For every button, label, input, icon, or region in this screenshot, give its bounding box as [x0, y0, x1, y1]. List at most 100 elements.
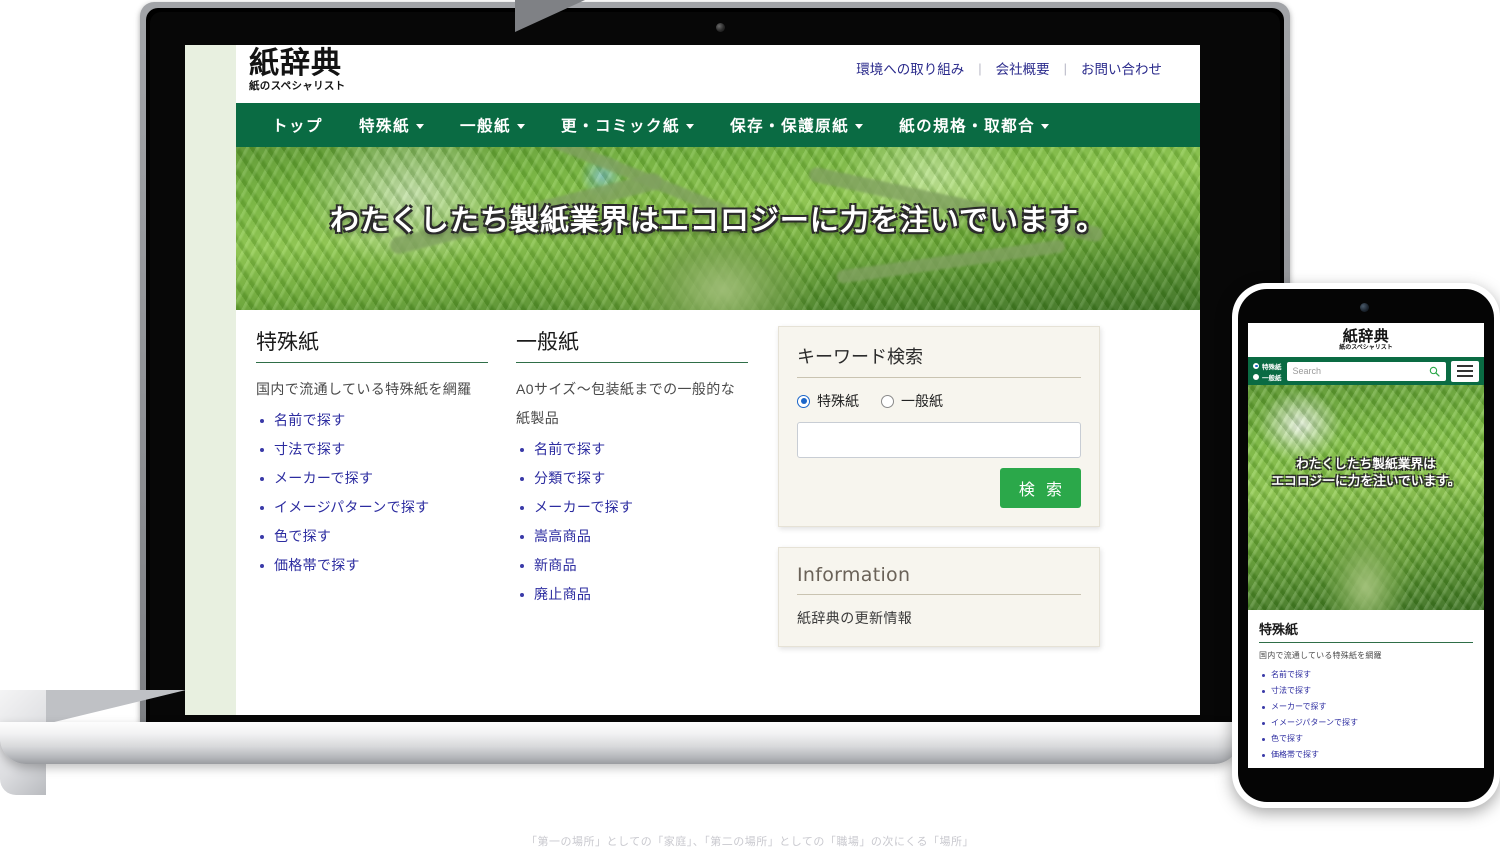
list-item[interactable]: メーカーで探す — [516, 493, 748, 522]
nav-item-comic-label: 更・コミック紙 — [561, 118, 681, 135]
column-ippanshi-description: A0サイズ〜包装紙までの一般的な紙製品 — [516, 381, 736, 426]
mobile-search-field[interactable]: Search — [1286, 361, 1446, 381]
list-item[interactable]: メーカーで探す — [1259, 699, 1473, 715]
webcam-icon — [716, 23, 725, 32]
list-item[interactable]: 寸法で探す — [256, 435, 488, 464]
main-content: 特殊紙 国内で流通している特殊紙を網羅 名前で探す 寸法で探す メーカーで探す … — [236, 310, 1200, 667]
radio-button-selected-icon[interactable] — [1253, 362, 1259, 369]
mobile-radio-option-ippanshi[interactable]: 一般紙 — [1253, 372, 1282, 382]
column-tokushushi: 特殊紙 国内で流通している特殊紙を網羅 名前で探す 寸法で探す メーカーで探す … — [256, 326, 488, 667]
list-item[interactable]: 廃止商品 — [516, 580, 748, 609]
list-item[interactable]: 名前で探す — [516, 435, 748, 464]
chevron-down-icon — [517, 124, 526, 129]
information-panel-body: 紙辞典の更新情報 — [797, 610, 913, 626]
list-item[interactable]: 色で探す — [1259, 731, 1473, 747]
list-item[interactable]: 名前で探す — [256, 406, 488, 435]
utility-link-contact[interactable]: お問い合わせ — [1067, 58, 1176, 78]
mobile-radio-option-tokushushi[interactable]: 特殊紙 — [1253, 361, 1282, 371]
mobile-header: 紙辞典 紙のスペシャリスト — [1248, 323, 1484, 357]
hamburger-line — [1457, 370, 1473, 372]
nav-item-top-label: トップ — [272, 118, 324, 135]
hamburger-line — [1457, 375, 1473, 377]
chevron-down-icon — [1041, 124, 1050, 129]
search-button-row: 検 索 — [797, 468, 1081, 508]
mobile-hero-banner: わたくしたち製紙業界は エコロジーに力を注いでいます。 — [1248, 385, 1484, 610]
nav-item-top[interactable]: トップ — [272, 114, 323, 136]
mobile-search-type-radio-group: 特殊紙 一般紙 — [1253, 361, 1282, 382]
mobile-hero-line-2: エコロジーに力を注いでいます。 — [1271, 473, 1461, 488]
search-button[interactable]: 検 索 — [999, 468, 1081, 508]
nav-item-hozon-label: 保存・保護原紙 — [730, 118, 850, 135]
sidebar: キーワード検索 特殊紙 一般紙 検 索 Information 紙辞典の更新情報 — [778, 326, 1100, 667]
nav-item-tokushushi[interactable]: 特殊紙 — [359, 114, 425, 136]
logo-title: 紙辞典 — [249, 46, 342, 81]
nav-item-tokushushi-label: 特殊紙 — [359, 118, 411, 135]
list-item[interactable]: イメージパターンで探す — [256, 493, 488, 522]
list-item[interactable]: 色で探す — [256, 522, 488, 551]
radio-button-unselected-icon[interactable] — [881, 394, 894, 408]
list-item[interactable]: 新商品 — [516, 551, 748, 580]
website-desktop: 紙辞典 紙のスペシャリスト 環境への取り組み | 会社概要 | お問い合わせ ト… — [185, 45, 1200, 715]
list-item[interactable]: メーカーで探す — [256, 464, 488, 493]
mobile-hero-headline: わたくしたち製紙業界は エコロジーに力を注いでいます。 — [1248, 455, 1484, 489]
hero-headline: わたくしたち製紙業界はエコロジーに力を注いでいます。 — [329, 203, 1107, 237]
mobile-radio-label-ippanshi: 一般紙 — [1262, 374, 1282, 382]
mobile-main-content: 特殊紙 国内で流通している特殊紙を網羅 名前で探す 寸法で探す メーカーで探す … — [1248, 610, 1484, 763]
list-item[interactable]: 価格帯で探す — [256, 551, 488, 580]
radio-option-ippanshi[interactable]: 一般紙 — [881, 391, 943, 411]
mobile-column-links: 名前で探す 寸法で探す メーカーで探す イメージパターンで探す 色で探す 価格帯… — [1259, 667, 1473, 763]
nav-item-comic[interactable]: 更・コミック紙 — [561, 114, 695, 136]
logo-tagline: 紙のスペシャリスト — [249, 80, 346, 92]
nav-item-kikaku[interactable]: 紙の規格・取都合 — [899, 114, 1050, 136]
mobile-radio-label-tokushushi: 特殊紙 — [1262, 363, 1282, 371]
laptop-lid-highlight — [515, 0, 585, 32]
laptop-base — [0, 722, 1240, 764]
list-item[interactable]: 名前で探す — [1259, 667, 1473, 683]
information-panel: Information 紙辞典の更新情報 — [778, 547, 1100, 647]
nav-item-hozon[interactable]: 保存・保護原紙 — [730, 114, 864, 136]
keyword-search-title: キーワード検索 — [797, 343, 1081, 378]
mobile-column-title: 特殊紙 — [1259, 619, 1473, 643]
laptop-screen: 紙辞典 紙のスペシャリスト 環境への取り組み | 会社概要 | お問い合わせ ト… — [185, 45, 1200, 715]
radio-button-selected-icon[interactable] — [797, 394, 810, 408]
mobile-hero-line-1: わたくしたち製紙業界は — [1296, 456, 1436, 471]
keyword-search-panel: キーワード検索 特殊紙 一般紙 検 索 — [778, 326, 1100, 527]
laptop-mockup: 紙辞典 紙のスペシャリスト 環境への取り組み | 会社概要 | お問い合わせ ト… — [0, 0, 1300, 800]
column-tokushushi-title: 特殊紙 — [256, 326, 488, 363]
mobile-search-placeholder: Search — [1292, 366, 1322, 376]
utility-link-company[interactable]: 会社概要 — [982, 58, 1064, 78]
website-content-area: 紙辞典 紙のスペシャリスト 環境への取り組み | 会社概要 | お問い合わせ ト… — [236, 45, 1200, 715]
phone-camera-icon — [1360, 303, 1369, 312]
keyword-search-input[interactable] — [797, 422, 1081, 458]
chevron-down-icon — [855, 124, 864, 129]
nav-item-ippanshi[interactable]: 一般紙 — [460, 114, 526, 136]
radio-option-tokushushi[interactable]: 特殊紙 — [797, 391, 859, 411]
list-item[interactable]: イメージパターンで探す — [1259, 715, 1473, 731]
site-header: 紙辞典 紙のスペシャリスト 環境への取り組み | 会社概要 | お問い合わせ — [236, 45, 1200, 103]
hero-tree-trunk — [602, 170, 843, 310]
nav-item-ippanshi-label: 一般紙 — [460, 118, 512, 135]
column-tokushushi-links: 名前で探す 寸法で探す メーカーで探す イメージパターンで探す 色で探す 価格帯… — [256, 406, 488, 580]
main-navigation: トップ 特殊紙 一般紙 更・コミック紙 保存・保護原紙 紙の規格・取都合 — [236, 103, 1200, 147]
radio-button-unselected-icon[interactable] — [1253, 373, 1259, 380]
list-item[interactable]: 価格帯で探す — [1259, 747, 1473, 763]
site-logo[interactable]: 紙辞典 紙のスペシャリスト — [249, 48, 345, 93]
utility-link-environment[interactable]: 環境への取り組み — [842, 58, 978, 78]
list-item[interactable]: 寸法で探す — [1259, 683, 1473, 699]
hamburger-menu-icon[interactable] — [1451, 360, 1479, 382]
phone-screen: 紙辞典 紙のスペシャリスト 特殊紙 一般紙 Search わたくしたち製紙業界は… — [1248, 323, 1484, 768]
radio-label-ippanshi: 一般紙 — [901, 393, 943, 409]
hamburger-line — [1457, 365, 1473, 367]
hero-branch-decor — [836, 239, 1066, 284]
column-ippanshi-title: 一般紙 — [516, 326, 748, 363]
list-item[interactable]: 嵩高商品 — [516, 522, 748, 551]
mobile-column-description: 国内で流通している特殊紙を網羅 — [1259, 651, 1382, 660]
mobile-logo-title: 紙辞典 — [1342, 327, 1390, 345]
list-item[interactable]: 分類で探す — [516, 464, 748, 493]
column-tokushushi-description: 国内で流通している特殊紙を網羅 — [256, 381, 472, 397]
utility-nav: 環境への取り組み | 会社概要 | お問い合わせ — [842, 58, 1176, 78]
chevron-down-icon — [416, 124, 425, 129]
search-icon[interactable] — [1429, 366, 1440, 377]
mobile-hero-tree-trunk — [1311, 486, 1421, 610]
chevron-down-icon — [686, 124, 695, 129]
